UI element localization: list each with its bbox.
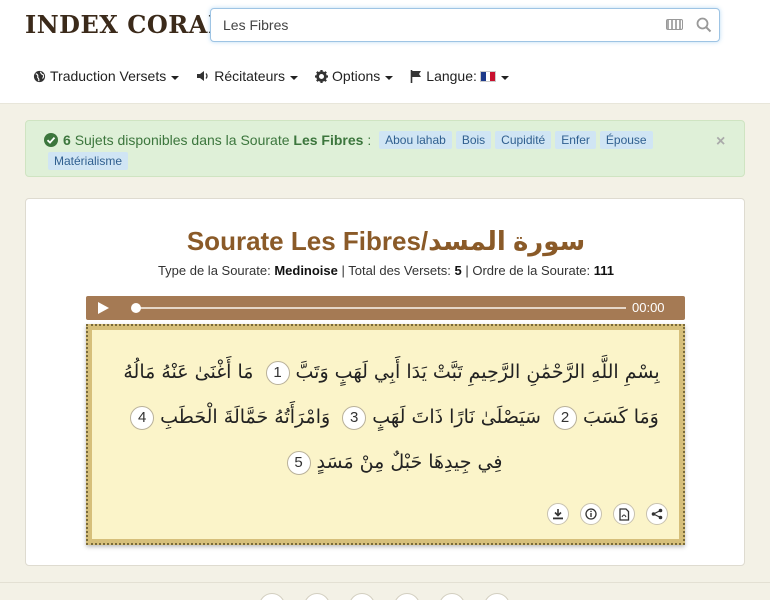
- site-logo[interactable]: INDEX CORAN: [25, 10, 230, 39]
- basmala: بِسْمِ اللَّهِ الرَّحْمَٰنِ الرَّحِيمِ: [468, 361, 660, 383]
- download-icon[interactable]: [547, 503, 569, 525]
- search-box: [210, 8, 720, 42]
- nav-circle-button[interactable]: [304, 593, 330, 600]
- audio-player: 00:00: [86, 296, 685, 320]
- time-display: 00:00: [632, 300, 665, 315]
- nav-options-label: Options: [332, 68, 381, 84]
- share-icon[interactable]: [646, 503, 668, 525]
- close-icon[interactable]: ×: [716, 133, 725, 151]
- volume-icon: [197, 71, 208, 81]
- verse-number[interactable]: 2: [553, 405, 578, 430]
- nav-circle-button[interactable]: [484, 593, 510, 600]
- topic-tag[interactable]: Enfer: [555, 131, 596, 149]
- topic-tag[interactable]: Abou lahab: [379, 131, 452, 149]
- nav-reciters-label: Récitateurs: [214, 68, 286, 84]
- verse-number[interactable]: 5: [286, 450, 311, 475]
- chevron-down-icon: [385, 75, 394, 80]
- order-label: | Ordre de la Sourate:: [465, 263, 591, 278]
- seek-handle[interactable]: [131, 303, 141, 313]
- pdf-icon[interactable]: [613, 503, 635, 525]
- verses-frame: بِسْمِ اللَّهِ الرَّحْمَٰنِ الرَّحِيمِ ت…: [86, 324, 685, 545]
- alert-text: Sujets disponibles dans la Sourate: [74, 132, 290, 148]
- info-icon[interactable]: [580, 503, 602, 525]
- verse-number[interactable]: 3: [342, 405, 367, 430]
- alert-line: Matérialisme: [48, 152, 129, 170]
- verse-1[interactable]: تَبَّتْ يَدَا أَبِي لَهَبٍ وَتَبَّ: [296, 361, 463, 383]
- gear-icon: [315, 69, 329, 83]
- globe-icon: [33, 70, 46, 82]
- search-icon[interactable]: [695, 16, 713, 34]
- nav-reciters[interactable]: Récitateurs: [196, 66, 299, 86]
- verse-4[interactable]: وَامْرَأَتُهُ حَمَّالَةَ الْحَطَبِ: [160, 406, 330, 428]
- chevron-down-icon: [500, 75, 509, 80]
- nav-translation[interactable]: Traduction Versets: [33, 66, 180, 86]
- type-value: Medinoise: [274, 263, 338, 278]
- topic-tag[interactable]: Cupidité: [495, 131, 552, 149]
- topic-tag[interactable]: Bois: [455, 131, 492, 149]
- topic-tag[interactable]: Matérialisme: [48, 152, 129, 170]
- footer-strip: [0, 582, 770, 600]
- check-circle-icon: [44, 133, 58, 147]
- nav-translation-label: Traduction Versets: [50, 68, 167, 84]
- nav-circle-button[interactable]: [439, 593, 465, 600]
- search-input[interactable]: [211, 9, 656, 41]
- topic-count: 6: [63, 132, 71, 148]
- play-icon[interactable]: [98, 302, 109, 314]
- surah-title: Sourate Les Fibres/سورة المسد: [186, 226, 586, 256]
- alert-line: 6 Sujets disponibles dans la Sourate Les…: [44, 131, 653, 149]
- total-value: 5: [454, 263, 462, 278]
- chevron-down-icon: [171, 75, 180, 80]
- nav-circle-button[interactable]: [394, 593, 420, 600]
- total-label: | Total des Versets:: [341, 263, 451, 278]
- topics-alert: 6 Sujets disponibles dans la Sourate Les…: [25, 120, 745, 177]
- verse-number[interactable]: 4: [130, 405, 155, 430]
- french-flag-icon: [479, 70, 496, 82]
- nav-language[interactable]: Langue:: [410, 66, 509, 86]
- flag-icon: [410, 69, 422, 83]
- nav-options[interactable]: Options: [315, 66, 394, 86]
- top-header: INDEX CORAN Traduction Versets Récitateu…: [0, 0, 770, 104]
- verse-tools: [547, 503, 668, 525]
- alert-surah-name: Les Fibres: [293, 132, 364, 148]
- order-value: 111: [593, 263, 615, 278]
- keyboard-icon[interactable]: [666, 19, 683, 30]
- main-nav: Traduction Versets Récitateurs Options L…: [33, 66, 526, 86]
- surah-panel: Sourate Les Fibres/سورة المسد Type de la…: [25, 198, 745, 566]
- topic-tag[interactable]: Épouse: [599, 131, 653, 149]
- verses-text: بِسْمِ اللَّهِ الرَّحْمَٰنِ الرَّحِيمِ ت…: [116, 350, 667, 490]
- alert-separator: :: [367, 132, 372, 148]
- chevron-down-icon: [290, 75, 299, 80]
- type-label: Type de la Sourate:: [157, 263, 271, 278]
- progress-bar[interactable]: [134, 307, 626, 309]
- nav-circle-button[interactable]: [349, 593, 375, 600]
- verse-number[interactable]: 1: [265, 360, 290, 385]
- surah-meta: Type de la Sourate: Medinoise | Total de…: [26, 263, 746, 278]
- verse-3[interactable]: سَيَصْلَىٰ نَارًا ذَاتَ لَهَبٍ: [372, 406, 541, 428]
- nav-circle-button[interactable]: [259, 593, 285, 600]
- nav-language-label: Langue:: [426, 68, 477, 84]
- verse-5[interactable]: فِي جِيدِهَا حَبْلٌ مِنْ مَسَدٍ: [317, 451, 503, 473]
